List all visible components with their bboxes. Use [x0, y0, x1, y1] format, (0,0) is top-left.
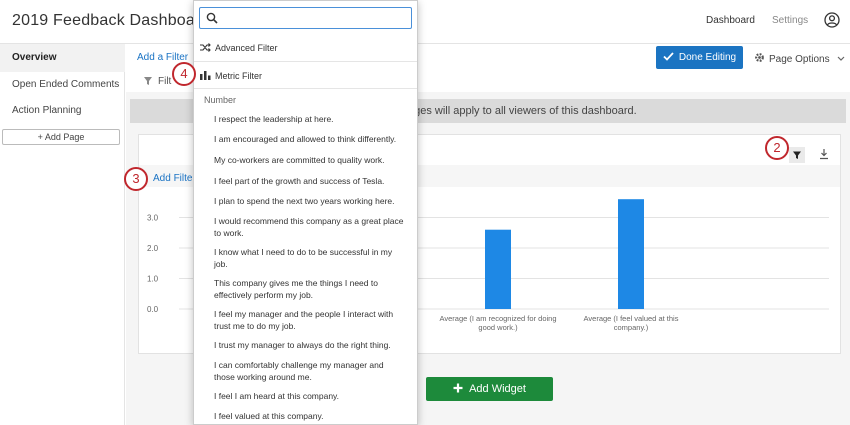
done-editing-button[interactable]: Done Editing [656, 46, 743, 69]
x-tick-label: Average (I am recognized for doing [439, 314, 556, 323]
page-title: 2019 Feedback Dashboard [12, 12, 210, 29]
section-label-number: Number [204, 95, 237, 105]
sidebar: Overview Open Ended Comments Action Plan… [0, 44, 125, 425]
dropdown-item[interactable]: My co-workers are committed to quality w… [214, 154, 404, 166]
search-icon [206, 12, 218, 24]
dropdown-divider [194, 61, 417, 62]
metric-filter-option[interactable]: Metric Filter [200, 70, 262, 81]
dropdown-item[interactable]: I respect the leadership at here. [214, 113, 404, 125]
dropdown-divider [194, 88, 417, 89]
callout-badge-2: 2 [765, 136, 789, 160]
filter-funnel-icon [144, 77, 152, 85]
dropdown-item[interactable]: I know what I need to do to be successfu… [214, 246, 404, 270]
y-tick-label: 2.0 [147, 244, 159, 253]
dropdown-item[interactable]: I feel valued at this company. [214, 410, 404, 422]
add-widget-button[interactable]: Add Widget [426, 377, 553, 401]
chart-bar [485, 229, 511, 309]
dropdown-item[interactable]: I trust my manager to always do the righ… [214, 339, 404, 351]
filter-row: Filt [144, 76, 171, 87]
dropdown-item[interactable]: I can comfortably challenge my manager a… [214, 359, 404, 383]
gear-icon [755, 53, 764, 62]
sidebar-item-overview[interactable]: Overview [12, 52, 56, 63]
filter-funnel-icon [793, 151, 801, 159]
widget-filter-button[interactable] [789, 147, 805, 163]
dropdown-item[interactable]: I am encouraged and allowed to think dif… [214, 133, 404, 145]
checkmark-icon [663, 52, 674, 61]
dropdown-item[interactable]: I feel I am heard at this company. [214, 390, 404, 402]
bar-chart-icon [200, 71, 211, 80]
search-input[interactable] [222, 10, 408, 26]
download-icon[interactable] [817, 147, 831, 161]
nav-settings-link[interactable]: Settings [772, 15, 808, 26]
x-tick-label: company.) [614, 323, 649, 332]
dropdown-item[interactable]: I would recommend this company as a grea… [214, 215, 404, 239]
y-tick-label: 3.0 [147, 214, 159, 223]
done-editing-label: Done Editing [678, 52, 737, 63]
y-tick-label: 1.0 [147, 275, 159, 284]
search-box[interactable] [199, 7, 412, 29]
callout-badge-4: 4 [172, 62, 196, 86]
widget-add-filter-link[interactable]: Add Filter [153, 173, 196, 184]
shuffle-icon [200, 43, 211, 52]
y-tick-label: 0.0 [147, 305, 159, 314]
add-filter-dropdown: Advanced Filter Metric Filter Number I r… [193, 0, 418, 425]
chart-bar [618, 199, 644, 309]
dropdown-item[interactable]: I feel part of the growth and success of… [214, 175, 404, 187]
page-options-menu[interactable]: Page Options [754, 52, 845, 65]
add-page-button[interactable]: + Add Page [2, 129, 120, 145]
add-widget-label: Add Widget [469, 383, 526, 395]
nav-dashboard-link[interactable]: Dashboard [706, 15, 755, 26]
plus-icon [453, 383, 463, 393]
sidebar-item-open-ended-comments[interactable]: Open Ended Comments [12, 79, 119, 90]
dropdown-item[interactable]: This company gives me the things I need … [214, 277, 404, 301]
metric-filter-label: Metric Filter [215, 71, 262, 81]
advanced-filter-label: Advanced Filter [215, 43, 278, 53]
user-circle-icon[interactable] [824, 12, 840, 28]
page-options-label: Page Options [769, 54, 830, 65]
dropdown-item[interactable]: I plan to spend the next two years worki… [214, 195, 404, 207]
sidebar-item-action-planning[interactable]: Action Planning [12, 105, 82, 116]
x-tick-label: Average (I feel valued at this [584, 314, 679, 323]
filter-row-label: Filt [158, 76, 172, 87]
edit-notice-text: nges will apply to all viewers of this d… [408, 105, 637, 117]
x-tick-label: good work.) [478, 323, 518, 332]
advanced-filter-option[interactable]: Advanced Filter [200, 43, 278, 53]
dropdown-item[interactable]: I feel my manager and the people I inter… [214, 308, 404, 332]
app-header: 2019 Feedback Dashboard Dashboard Settin… [0, 0, 850, 44]
callout-badge-3: 3 [124, 167, 148, 191]
chevron-down-icon [837, 56, 845, 61]
